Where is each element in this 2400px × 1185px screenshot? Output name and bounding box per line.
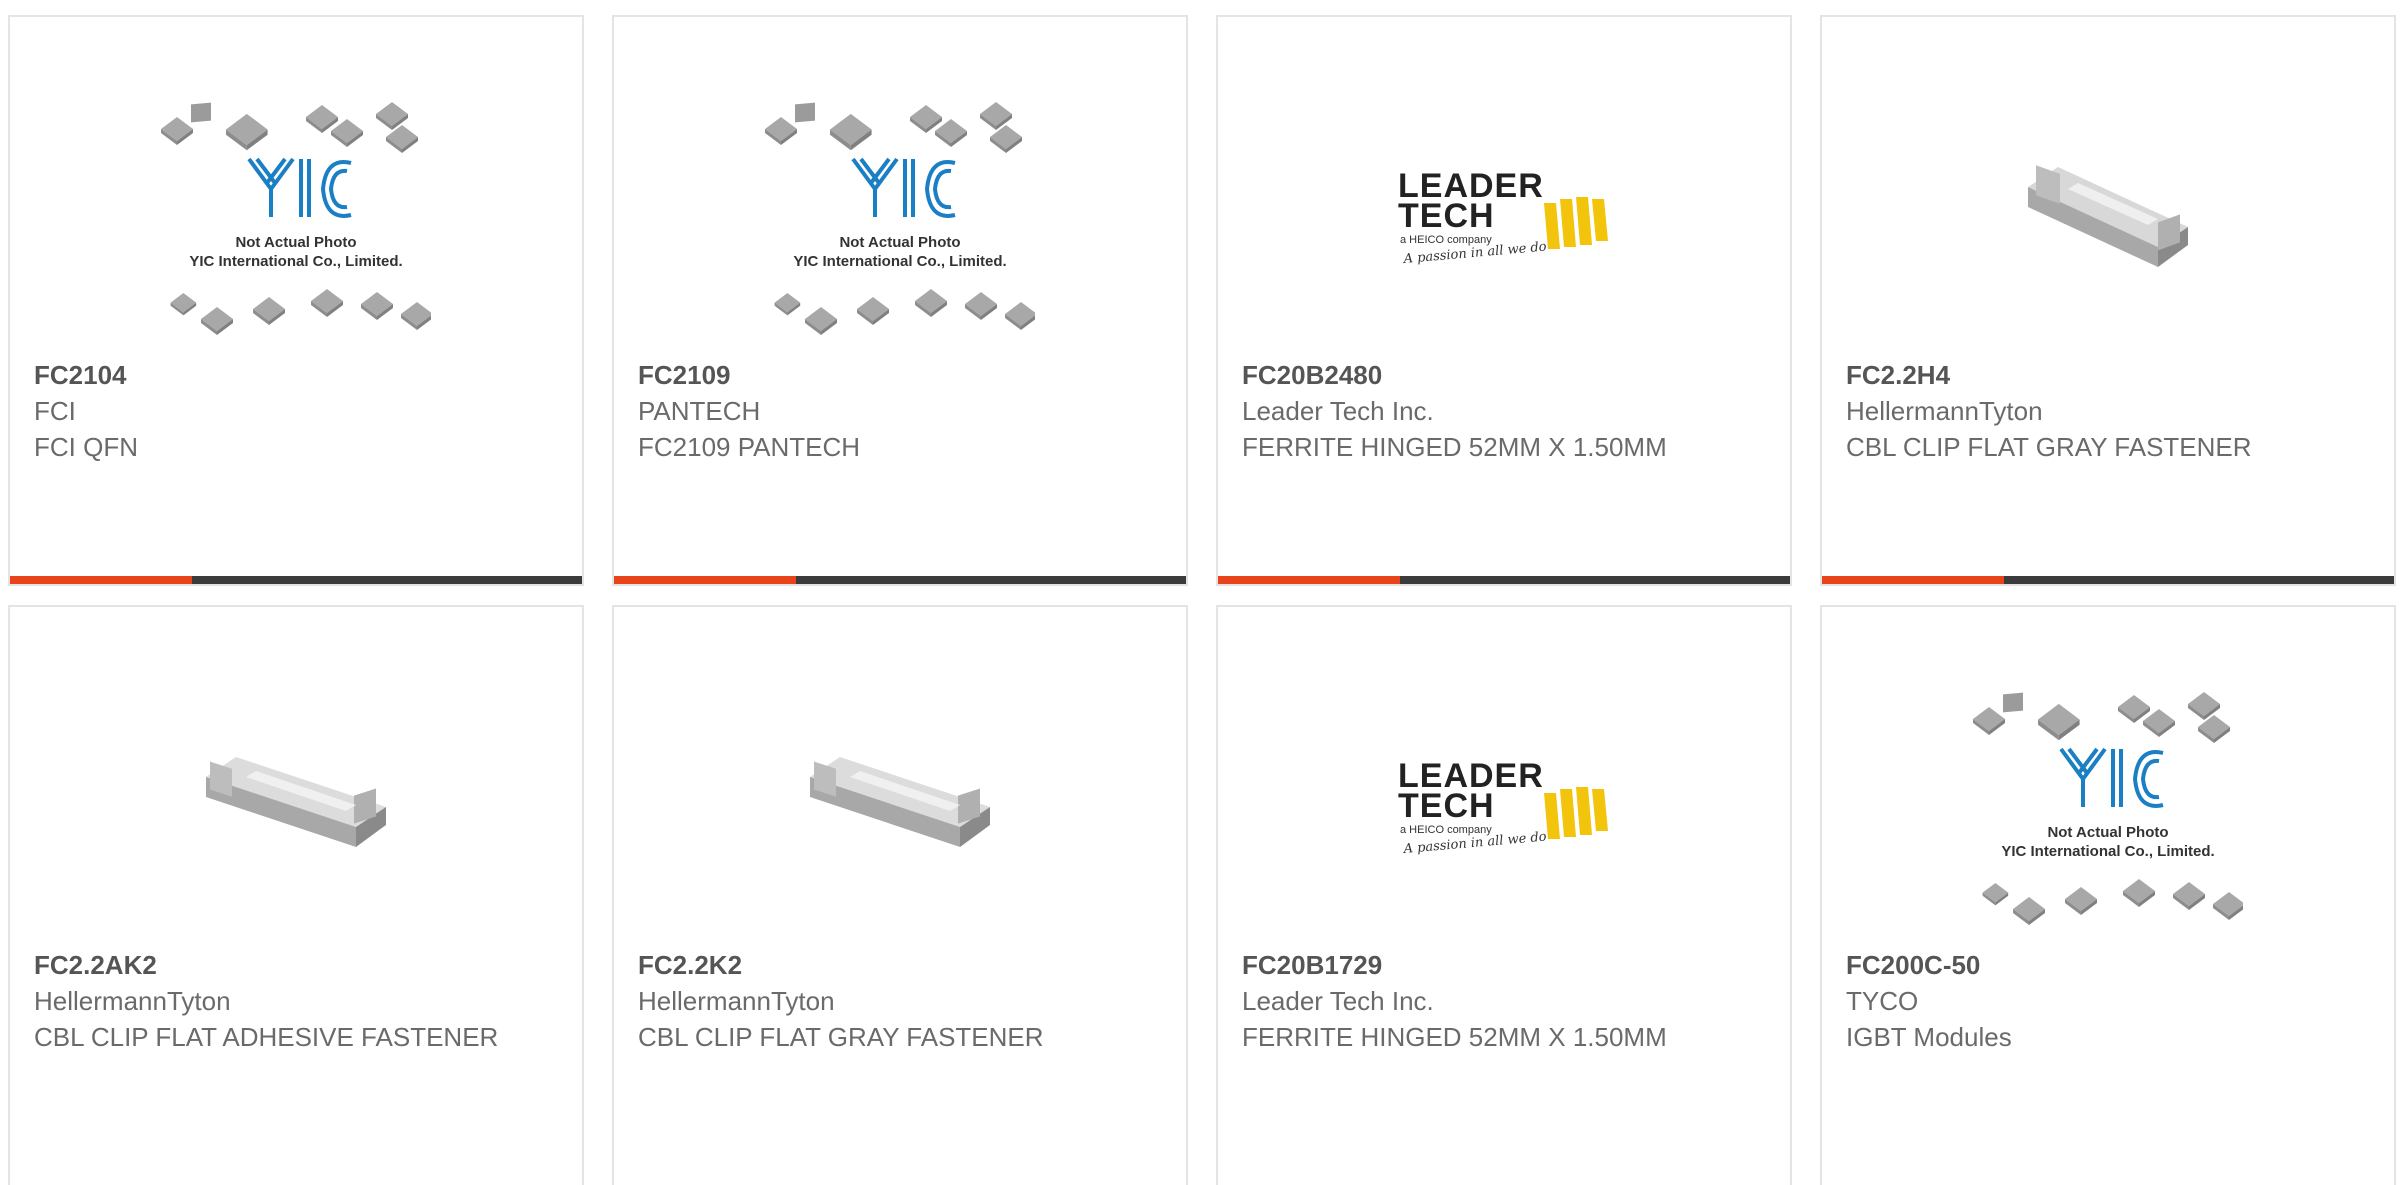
- product-info: FC20B2480 Leader Tech Inc. FERRITE HINGE…: [1242, 357, 1766, 465]
- product-card[interactable]: FC2.2K2 HellermannTyton CBL CLIP FLAT GR…: [612, 605, 1188, 1185]
- part-number[interactable]: FC20B1729: [1242, 947, 1766, 983]
- description: FCI QFN: [34, 432, 138, 462]
- part-number[interactable]: FC2.2K2: [638, 947, 1162, 983]
- logo-sub: a HEICO company: [1400, 234, 1492, 246]
- part-number[interactable]: FC2109: [638, 357, 1162, 393]
- manufacturer: FCI: [34, 396, 76, 426]
- product-info: FC2.2AK2 HellermannTyton CBL CLIP FLAT A…: [34, 947, 558, 1055]
- product-info: FC2104 FCI FCI QFN: [34, 357, 558, 465]
- product-info: FC200C-50 TYCO IGBT Modules: [1846, 947, 2370, 1055]
- manufacturer: HellermannTyton: [1846, 396, 2043, 426]
- product-image-cable-clip-photo: [10, 657, 582, 957]
- product-info: FC20B1729 Leader Tech Inc. FERRITE HINGE…: [1242, 947, 1766, 1055]
- placeholder-line1: Not Actual Photo: [2047, 824, 2168, 841]
- manufacturer: TYCO: [1846, 986, 1919, 1016]
- product-card[interactable]: FC2.2AK2 HellermannTyton CBL CLIP FLAT A…: [8, 605, 584, 1185]
- logo-line2: TECH: [1398, 197, 1495, 235]
- part-number[interactable]: FC20B2480: [1242, 357, 1766, 393]
- manufacturer: Leader Tech Inc.: [1242, 986, 1434, 1016]
- placeholder-line2: YIC International Co., Limited.: [2001, 843, 2214, 860]
- product-card[interactable]: LEADER TECH a HEICO company A passion in…: [1216, 605, 1792, 1185]
- card-accent-bar: [614, 576, 1186, 584]
- product-image-cable-clip-photo: [614, 657, 1186, 957]
- product-card[interactable]: Not Actual Photo YIC International Co., …: [612, 15, 1188, 586]
- product-info: FC2.2H4 HellermannTyton CBL CLIP FLAT GR…: [1846, 357, 2370, 465]
- manufacturer: Leader Tech Inc.: [1242, 396, 1434, 426]
- product-card[interactable]: Not Actual Photo YIC International Co., …: [1820, 605, 2396, 1185]
- product-image-yic-placeholder: Not Actual Photo YIC International Co., …: [10, 67, 582, 367]
- product-card[interactable]: LEADER TECH a HEICO company A passion in…: [1216, 15, 1792, 586]
- description: IGBT Modules: [1846, 1022, 2012, 1052]
- product-image-yic-placeholder: Not Actual Photo YIC International Co., …: [1822, 657, 2394, 957]
- product-info: FC2.2K2 HellermannTyton CBL CLIP FLAT GR…: [638, 947, 1162, 1055]
- description: CBL CLIP FLAT GRAY FASTENER: [1846, 432, 2252, 462]
- placeholder-line1: Not Actual Photo: [839, 234, 960, 251]
- part-number[interactable]: FC200C-50: [1846, 947, 2370, 983]
- description: FERRITE HINGED 52MM X 1.50MM: [1242, 1022, 1667, 1052]
- description: CBL CLIP FLAT GRAY FASTENER: [638, 1022, 1044, 1052]
- part-number[interactable]: FC2104: [34, 357, 558, 393]
- part-number[interactable]: FC2.2AK2: [34, 947, 558, 983]
- description: FERRITE HINGED 52MM X 1.50MM: [1242, 432, 1667, 462]
- description: FC2109 PANTECH: [638, 432, 861, 462]
- part-number[interactable]: FC2.2H4: [1846, 357, 2370, 393]
- placeholder-line1: Not Actual Photo: [235, 234, 356, 251]
- product-image-cable-clip-photo: [1822, 67, 2394, 367]
- card-accent-bar: [10, 576, 582, 584]
- product-image-leadertech-logo: LEADER TECH a HEICO company A passion in…: [1218, 67, 1790, 367]
- logo-line2: TECH: [1398, 787, 1495, 825]
- manufacturer: PANTECH: [638, 396, 761, 426]
- manufacturer: HellermannTyton: [638, 986, 835, 1016]
- product-image-yic-placeholder: Not Actual Photo YIC International Co., …: [614, 67, 1186, 367]
- product-grid: Not Actual Photo YIC International Co., …: [0, 0, 2400, 1185]
- card-accent-bar: [1822, 576, 2394, 584]
- logo-sub: a HEICO company: [1400, 824, 1492, 836]
- product-card[interactable]: FC2.2H4 HellermannTyton CBL CLIP FLAT GR…: [1820, 15, 2396, 586]
- product-card[interactable]: Not Actual Photo YIC International Co., …: [8, 15, 584, 586]
- product-image-leadertech-logo: LEADER TECH a HEICO company A passion in…: [1218, 657, 1790, 957]
- placeholder-line2: YIC International Co., Limited.: [793, 253, 1006, 270]
- description: CBL CLIP FLAT ADHESIVE FASTENER: [34, 1022, 499, 1052]
- card-accent-bar: [1218, 576, 1790, 584]
- product-info: FC2109 PANTECH FC2109 PANTECH: [638, 357, 1162, 465]
- placeholder-line2: YIC International Co., Limited.: [189, 253, 402, 270]
- manufacturer: HellermannTyton: [34, 986, 231, 1016]
